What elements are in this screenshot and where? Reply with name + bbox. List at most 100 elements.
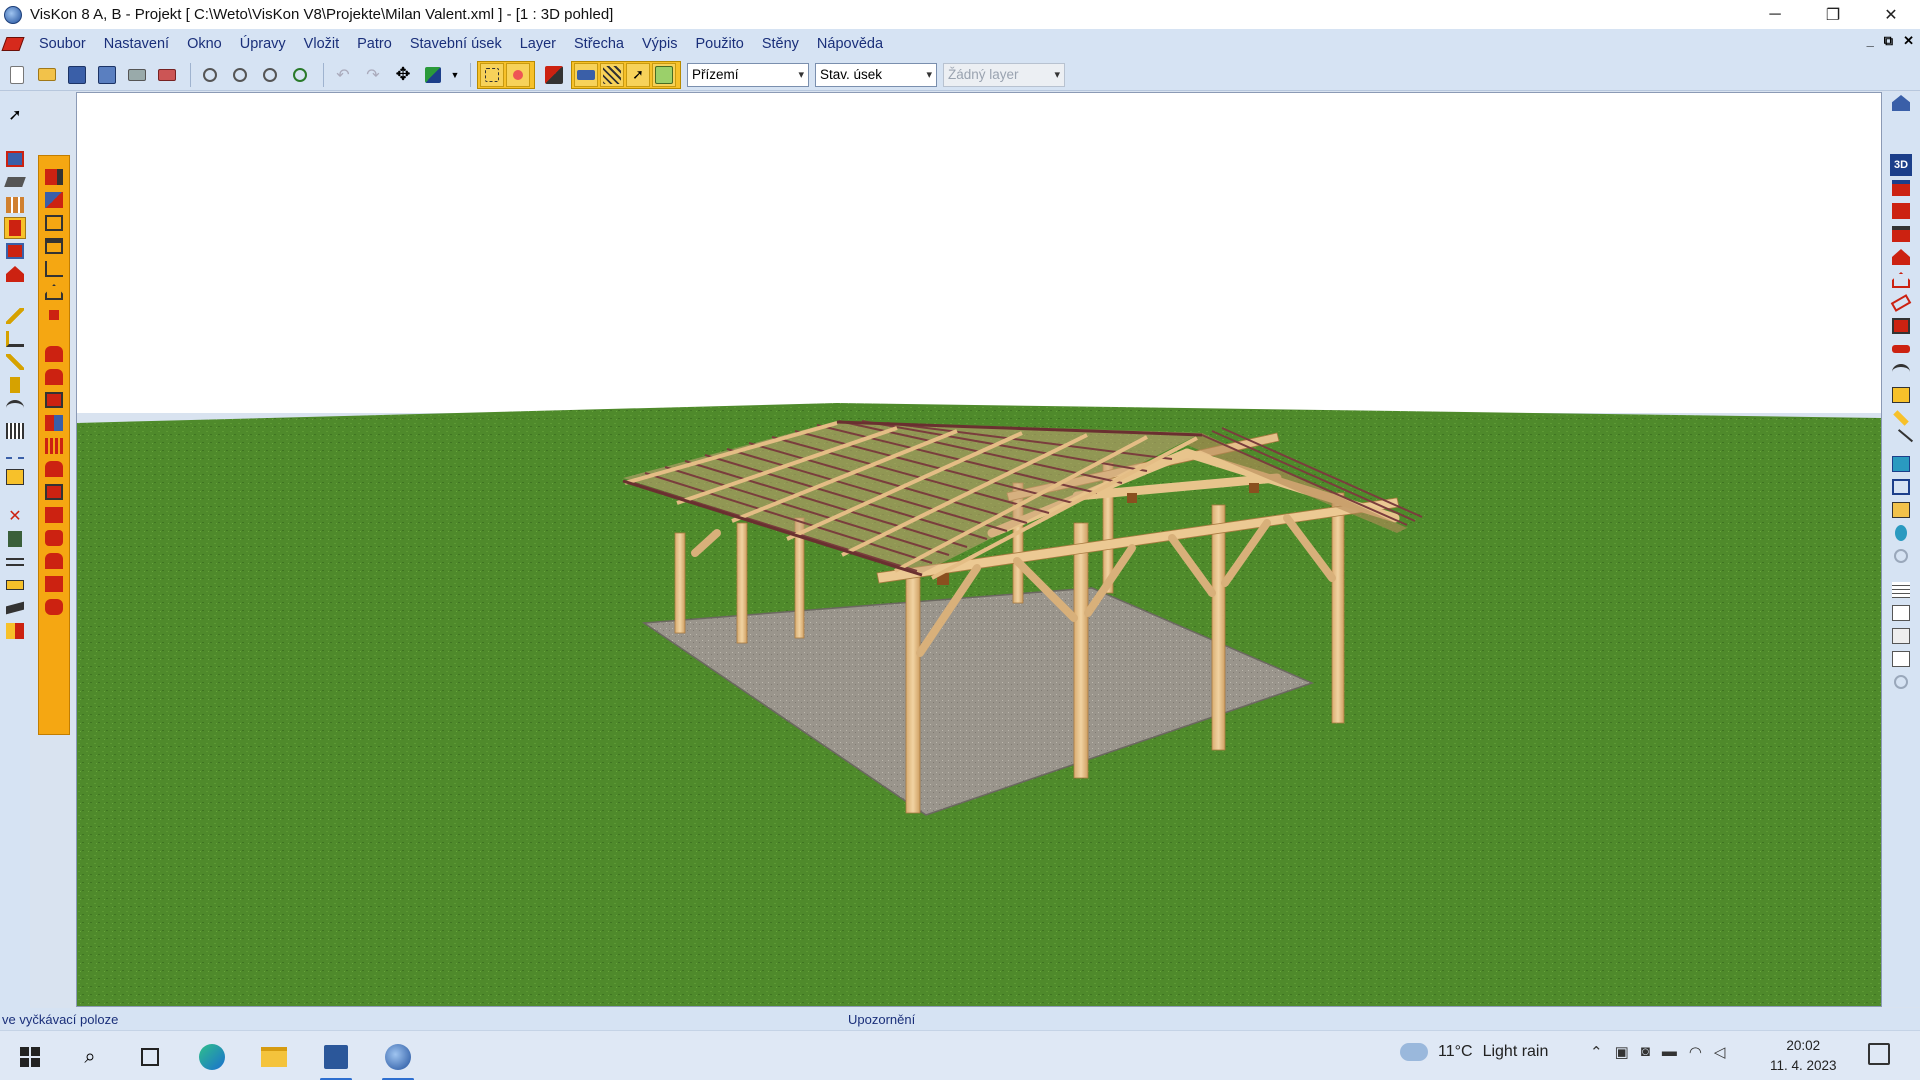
- wifi-icon[interactable]: ◠: [1689, 1043, 1702, 1061]
- menu-vlozit[interactable]: Vložit: [295, 36, 348, 52]
- list-icon[interactable]: [1890, 579, 1912, 601]
- file-explorer-icon[interactable]: [252, 1039, 296, 1075]
- window-2-icon[interactable]: [43, 435, 65, 457]
- print-preview-icon[interactable]: [154, 62, 180, 88]
- door-1-icon[interactable]: [43, 343, 65, 365]
- menu-patro[interactable]: Patro: [348, 36, 401, 52]
- measure-icon[interactable]: [4, 551, 26, 573]
- arc-icon[interactable]: [1890, 361, 1912, 383]
- window-5-icon[interactable]: [43, 504, 65, 526]
- erase-icon[interactable]: [1890, 292, 1912, 314]
- restore-button[interactable]: ❐: [1804, 0, 1862, 29]
- menu-stavebni-usek[interactable]: Stavební úsek: [401, 36, 511, 52]
- snap-point-icon[interactable]: [506, 62, 530, 87]
- notification-icon[interactable]: [1868, 1043, 1890, 1065]
- house-red-icon[interactable]: [1890, 246, 1912, 268]
- floor-view-icon[interactable]: [1890, 223, 1912, 245]
- viskon-icon[interactable]: [376, 1039, 420, 1080]
- zoom-out-icon[interactable]: [227, 62, 253, 88]
- weather-widget[interactable]: 11°C Light rain: [1400, 1043, 1548, 1061]
- menu-layer[interactable]: Layer: [511, 36, 565, 52]
- layer-select[interactable]: Žádný layer ▾: [943, 62, 1065, 87]
- gable-icon[interactable]: [43, 281, 65, 303]
- page-setup-icon[interactable]: [652, 62, 676, 87]
- wall-split-icon[interactable]: [43, 235, 65, 257]
- word-icon[interactable]: [314, 1039, 358, 1080]
- wall-tool-icon[interactable]: [4, 217, 26, 239]
- wall-outline-icon[interactable]: [43, 212, 65, 234]
- layer-blue-icon[interactable]: [574, 62, 598, 87]
- search-icon[interactable]: ⌕: [68, 1039, 112, 1075]
- blank-page-icon[interactable]: [1890, 602, 1912, 624]
- floor-plan-icon[interactable]: [4, 148, 26, 170]
- zoom-in-icon[interactable]: [197, 62, 223, 88]
- grid-icon[interactable]: [4, 194, 26, 216]
- arch-tool-icon[interactable]: [4, 397, 26, 419]
- minimize-button[interactable]: ─: [1746, 0, 1804, 29]
- menu-strecha[interactable]: Střecha: [565, 36, 633, 52]
- menu-soubor[interactable]: Soubor: [30, 36, 95, 52]
- menu-okno[interactable]: Okno: [178, 36, 231, 52]
- house-outline-icon[interactable]: [1890, 269, 1912, 291]
- zoom-window-icon[interactable]: [287, 62, 313, 88]
- wall-angle-icon[interactable]: [43, 258, 65, 280]
- chevron-down-icon[interactable]: ▼: [450, 62, 460, 88]
- mdi-close-button[interactable]: ✕: [1903, 33, 1914, 49]
- window-1-icon[interactable]: [43, 412, 65, 434]
- window-9-icon[interactable]: [43, 596, 65, 618]
- refresh-icon[interactable]: [1890, 671, 1912, 693]
- beam-tool-icon[interactable]: [4, 305, 26, 327]
- fence-tool-icon[interactable]: [4, 420, 26, 442]
- text-tool-icon[interactable]: [4, 466, 26, 488]
- menu-napoveda[interactable]: Nápověda: [808, 36, 892, 52]
- window-6-icon[interactable]: [43, 527, 65, 549]
- redo-icon[interactable]: ↷: [360, 62, 386, 88]
- delete-icon[interactable]: ✕: [4, 505, 26, 527]
- wall-color-icon[interactable]: [541, 62, 567, 88]
- battery-icon[interactable]: ▬: [1662, 1043, 1677, 1061]
- zoom-fit-icon[interactable]: [257, 62, 283, 88]
- print-icon[interactable]: [124, 62, 150, 88]
- meet-icon[interactable]: ▣: [1615, 1043, 1629, 1061]
- window-7-icon[interactable]: [43, 550, 65, 572]
- pencil-icon[interactable]: [1890, 407, 1912, 429]
- settings-icon[interactable]: [1890, 545, 1912, 567]
- 3d-viewport[interactable]: [76, 92, 1882, 1007]
- plane-icon[interactable]: [1890, 453, 1912, 475]
- camera-icon[interactable]: ◙: [1641, 1043, 1650, 1061]
- tree-icon[interactable]: [1890, 522, 1912, 544]
- dimension-tool-icon[interactable]: [4, 443, 26, 465]
- menu-steny[interactable]: Stěny: [753, 36, 808, 52]
- view-cube-icon[interactable]: [420, 62, 446, 88]
- windows-start-icon[interactable]: [8, 1039, 52, 1075]
- 3d-view-icon[interactable]: 3D: [1890, 154, 1912, 176]
- column-tool-icon[interactable]: [4, 374, 26, 396]
- task-view-icon[interactable]: [128, 1039, 172, 1075]
- window-8-icon[interactable]: [43, 573, 65, 595]
- mdi-restore-button[interactable]: ⧉: [1884, 33, 1893, 49]
- pointer-select-icon[interactable]: ➚: [626, 62, 650, 87]
- floor-select[interactable]: Přízemí ▾: [687, 62, 809, 87]
- menu-pouzito[interactable]: Použito: [686, 36, 752, 52]
- open-folder-icon[interactable]: [34, 62, 60, 88]
- wall-red-icon[interactable]: [43, 166, 65, 188]
- roof-tool-icon[interactable]: [4, 263, 26, 285]
- door-3-icon[interactable]: [43, 389, 65, 411]
- window-4-icon[interactable]: [43, 481, 65, 503]
- hatch-icon[interactable]: [600, 62, 624, 87]
- mdi-minimize-button[interactable]: _: [1867, 33, 1874, 49]
- ruler-icon[interactable]: [4, 574, 26, 596]
- new-file-icon[interactable]: [4, 62, 30, 88]
- chevron-up-icon[interactable]: ⌃: [1590, 1043, 1603, 1061]
- checkbox-icon[interactable]: [1890, 648, 1912, 670]
- house-view-icon[interactable]: [1890, 92, 1912, 114]
- page-2-icon[interactable]: [1890, 625, 1912, 647]
- grid-snap-icon[interactable]: [480, 62, 504, 87]
- section-icon[interactable]: [4, 597, 26, 619]
- undo-icon[interactable]: ↶: [330, 62, 356, 88]
- save-as-icon[interactable]: [94, 62, 120, 88]
- roof-view-icon[interactable]: [1890, 200, 1912, 222]
- menu-nastaveni[interactable]: Nastavení: [95, 36, 178, 52]
- car-icon[interactable]: [1890, 338, 1912, 360]
- save-icon[interactable]: [64, 62, 90, 88]
